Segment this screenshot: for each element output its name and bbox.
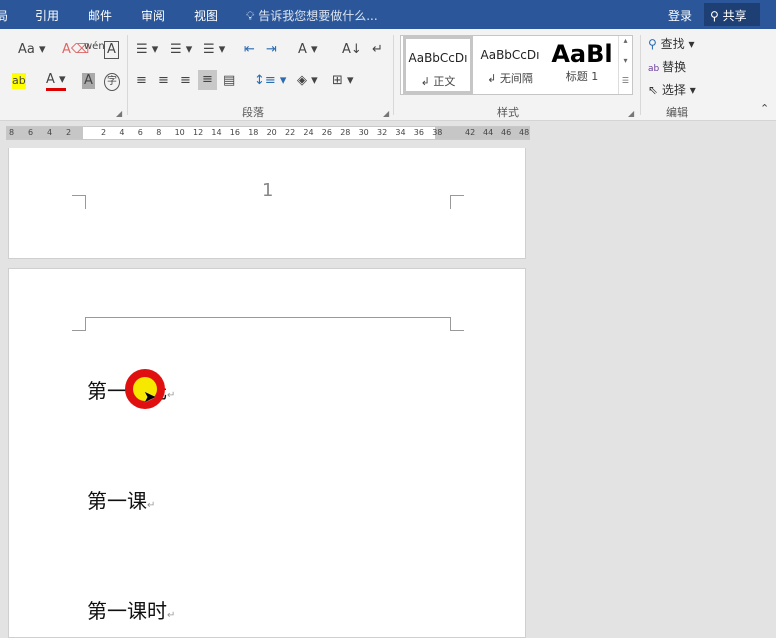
bullets-icon[interactable]: ☰ ▾ [136,42,158,58]
ruler-tick: 42 [465,128,476,137]
ruler-tick: 18 [248,128,259,137]
page-2: 第一单元↵ 第一课↵ 第一课时↵ [8,268,526,638]
distributed-icon[interactable]: ▤ [223,73,235,89]
font-color-icon[interactable]: A ▾ [46,72,66,91]
page-1: 1 [8,148,526,259]
share-button[interactable]: ⚲ 共享 [704,3,760,26]
justify-icon[interactable]: ≡ [198,70,217,90]
tab-review[interactable]: 审阅 [141,7,165,24]
page-number: 1 [262,180,274,201]
ruler-tick: 30 [358,128,369,137]
ruler-tick: 14 [211,128,222,137]
borders-icon[interactable]: ⊞ ▾ [332,73,354,89]
shading-icon[interactable]: ◈ ▾ [297,73,318,89]
select-button[interactable]: ⇖ 选择 ▾ [648,81,696,98]
styles-dialog-launcher[interactable]: ◢ [628,109,634,118]
ruler-tick: 6 [28,128,34,137]
multilevel-list-icon[interactable]: ☰ ▾ [203,42,225,58]
increase-indent-icon[interactable]: ⇥ [266,42,277,58]
align-right-icon[interactable]: ≡ [180,73,191,89]
doc-line[interactable]: 第一课时↵ [87,595,175,624]
enclose-char-icon[interactable]: 字 [104,73,120,91]
ruler-tick: 24 [303,128,314,137]
style-normal[interactable]: AaBbCcDı ↲ 正文 [403,36,473,94]
replace-icon: ab [648,64,663,74]
align-center-icon[interactable]: ≡ [158,73,169,89]
show-marks-icon[interactable]: ↵ [372,42,383,58]
line-spacing-icon[interactable]: ↕≡ ▾ [254,73,286,89]
login-button[interactable]: 登录 [668,7,692,24]
font-dialog-launcher[interactable]: ◢ [116,109,122,118]
ruler-tick: 32 [377,128,388,137]
collapse-ribbon-icon[interactable]: ⌃ [760,101,769,117]
replace-button[interactable]: ab 替换 [648,58,686,75]
pointer-icon: ⇖ [648,83,662,97]
style-no-spacing[interactable]: AaBbCcDı ↲ 无间隔 [475,36,545,94]
ruler-tick: 16 [229,128,240,137]
tab-references[interactable]: 引用 [35,7,59,24]
ruler-tick: 4 [119,128,125,137]
ruler-tick: 22 [285,128,296,137]
ruler-tick: 8 [9,128,15,137]
ruler-tick: 26 [321,128,332,137]
ruler-tick: 38 [432,128,443,137]
lightbulb-icon: 💡︎ [246,9,259,23]
tab-mailings[interactable]: 邮件 [88,7,112,24]
ruler-tick: 46 [501,128,512,137]
paragraph-dialog-launcher[interactable]: ◢ [383,109,389,118]
tab-layout[interactable]: 局 [0,7,8,24]
char-shading-icon[interactable]: A [82,73,95,89]
style-heading-1[interactable]: AaBl 标题 1 [547,36,617,94]
editing-group-label: 编辑 [666,106,688,119]
tab-view[interactable]: 视图 [194,7,218,24]
doc-line[interactable]: 第一课↵ [87,485,155,514]
align-left-icon[interactable]: ≡ [136,73,147,89]
ruler-tick: 34 [395,128,406,137]
mouse-pointer-icon: ➤ [143,387,157,406]
styles-group-label: 样式 [497,106,519,119]
ribbon: Aa ▾ A⌫ wén A ab A ▾ A 字 ☰ ▾ ☰ ▾ ☰ ▾ ⇤ ⇥… [0,29,776,121]
find-button[interactable]: ⚲ 查找 ▾ [648,35,694,52]
ruler-tick: 44 [483,128,494,137]
phonetic-guide-icon[interactable]: wén [84,39,105,55]
ruler-tick: 6 [137,128,143,137]
person-add-icon: ⚲ [710,9,723,23]
horizontal-ruler[interactable]: 8 6 4 2 2 4 6 8 10 12 14 16 18 20 22 24 26 28 30 32 34 36 38 42… [6,126,530,140]
ruler-tick: 48 [519,128,530,137]
highlight-icon[interactable]: ab [12,73,26,89]
sort-icon[interactable]: A↓ [342,42,362,58]
ruler-tick: 20 [266,128,277,137]
ruler-tick: 36 [413,128,424,137]
ruler-tick: 8 [156,128,162,137]
char-border-icon[interactable]: A [104,41,119,59]
ruler-tick: 12 [193,128,204,137]
ruler-tick: 2 [66,128,72,137]
tell-me-box[interactable]: 💡︎ 告诉我您想要做什么... [246,7,378,24]
chinese-layout-icon[interactable]: A ▾ [298,42,318,58]
ruler-tick: 10 [174,128,185,137]
paragraph-group-label: 段落 [242,106,264,119]
ruler-tick: 28 [340,128,351,137]
ruler-tick: 2 [101,128,107,137]
ruler-tick: 4 [47,128,53,137]
styles-scrollbar[interactable]: ▴ ▾ ☰ [618,36,632,94]
styles-gallery: AaBbCcDı ↲ 正文 AaBbCcDı ↲ 无间隔 AaBl 标题 1 ▴ ▾ ☰ [400,35,633,95]
numbering-icon[interactable]: ☰ ▾ [170,42,192,58]
search-icon: ⚲ [648,37,661,51]
ribbon-tab-bar: 局 引用 邮件 审阅 视图 💡︎ 告诉我您想要做什么... 登录 ⚲ 共享 [0,0,776,29]
change-case-button[interactable]: Aa ▾ [18,42,46,58]
decrease-indent-icon[interactable]: ⇤ [244,42,255,58]
